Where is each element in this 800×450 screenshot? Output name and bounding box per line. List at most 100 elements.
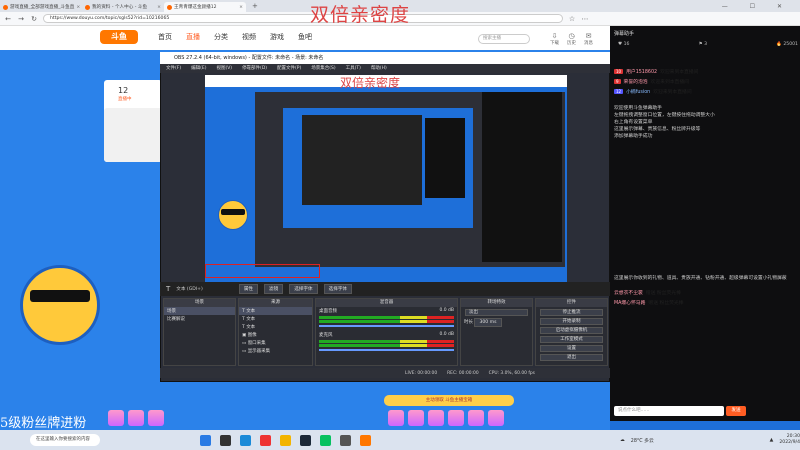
close-icon[interactable]: × — [76, 5, 80, 10]
scene-item[interactable]: 比赛解说 — [164, 315, 235, 323]
weather-text[interactable]: 28°C 多云 — [631, 437, 654, 444]
selected-text-source-outline[interactable] — [205, 264, 320, 278]
select-font-button-2[interactable]: 选择字体 — [323, 284, 353, 294]
close-icon[interactable]: × — [157, 5, 161, 10]
window-controls[interactable]: — ☐ ✕ — [722, 3, 792, 10]
volume-slider[interactable] — [319, 349, 454, 351]
source-item[interactable]: T 文本 — [239, 307, 312, 315]
virtual-camera-button[interactable]: 启动虚拟摄像机 — [540, 327, 603, 334]
gift-bar-left — [108, 410, 198, 430]
gift-icon[interactable] — [388, 410, 404, 426]
nav-video[interactable]: 视频 — [242, 32, 256, 42]
forward-icon[interactable]: → — [17, 15, 25, 23]
back-icon[interactable]: ← — [4, 15, 12, 23]
source-item[interactable]: ▭ 窗口采集 — [239, 339, 312, 347]
scene-item[interactable]: 场景 — [164, 307, 235, 315]
obs-menu-file[interactable]: 文件(F) — [166, 64, 181, 73]
refresh-icon[interactable]: ↻ — [30, 15, 38, 23]
search-input[interactable]: 搜索主播 — [478, 34, 530, 44]
new-tab-icon[interactable]: + — [252, 2, 258, 10]
gift-icon[interactable] — [468, 410, 484, 426]
task-view-icon[interactable] — [220, 434, 231, 446]
obs-menu-help[interactable]: 帮助(H) — [371, 64, 387, 73]
tab-label: 游戏直播_全部游戏直播_斗鱼直 — [10, 5, 75, 10]
extensions-icon[interactable]: ⋯ — [581, 15, 589, 23]
favorite-icon[interactable]: ☆ — [568, 15, 576, 23]
source-item[interactable]: T 文本 — [239, 323, 312, 331]
obs-menu-view[interactable]: 视图(V) — [216, 64, 232, 73]
nav-category[interactable]: 分类 — [214, 32, 228, 42]
close-icon[interactable]: × — [239, 5, 243, 10]
gift-log: 这里展示你收到的礼物、道具、贵族开通、钻粉开通、超级弹幕可设置小礼物屏蔽 云想衣… — [610, 274, 800, 307]
stop-streaming-button[interactable]: 停止推流 — [540, 309, 603, 316]
tab-label: 我的资料 - 个人中心 - 斗鱼 — [92, 5, 148, 10]
gift-icon[interactable] — [148, 410, 164, 426]
transition-select[interactable]: 淡出 — [465, 309, 528, 316]
obs-menu-profile[interactable]: 配置文件(P) — [277, 64, 301, 73]
start-recording-button[interactable]: 开始录制 — [540, 318, 603, 325]
filters-button[interactable]: 滤镜 — [264, 284, 284, 294]
system-tray: ☁ 28°C 多云 ▲ 20:30 2022/9/4 — [620, 432, 800, 448]
source-item[interactable]: T 文本 — [239, 315, 312, 323]
douyu-icon[interactable] — [360, 434, 371, 446]
nav-game[interactable]: 游戏 — [270, 32, 284, 42]
browser-tab-active[interactable]: 王青青爆这金颜播12 × — [164, 2, 246, 12]
gift-icon[interactable] — [448, 410, 464, 426]
browser-tab[interactable]: 游戏直播_全部游戏直播_斗鱼直 × — [0, 2, 82, 12]
steam-icon[interactable] — [300, 434, 311, 446]
chat-header: 弹幕助手 — [614, 31, 635, 37]
obs-menu-tools[interactable]: 工具(T) — [346, 64, 361, 73]
browser-tab[interactable]: 我的资料 - 个人中心 - 斗鱼 × — [82, 2, 164, 12]
select-font-button[interactable]: 选择字体 — [289, 284, 318, 294]
gift-icon[interactable] — [408, 410, 424, 426]
url-input[interactable]: https://www.douyu.com/topic/sgls52?rid=1… — [43, 14, 563, 23]
obs-menu-docks[interactable]: 停靠部件(D) — [242, 64, 267, 73]
chat-message: 9 荣誉的泡泡 欢迎来到本直播间 — [614, 78, 689, 85]
weather-icon[interactable]: ☁ — [620, 438, 625, 443]
source-item[interactable]: ▣ 图像 — [239, 331, 312, 339]
source-item[interactable]: ▭ 显示器采集 — [239, 347, 312, 355]
download-icon[interactable]: ⇩ 下载 — [550, 32, 559, 46]
clock[interactable]: 20:30 2022/9/4 — [779, 434, 800, 446]
gift-icon[interactable] — [108, 410, 124, 426]
scenes-dock-title: 场景 — [164, 299, 235, 307]
mixer-track: 麦克风 0.0 dB — [319, 332, 454, 338]
mixer-dock-title: 混音器 — [316, 299, 457, 307]
network-icon[interactable]: ▲ — [770, 438, 774, 443]
windows-start-icon[interactable] — [200, 434, 211, 446]
obs-menu-edit[interactable]: 编辑(E) — [191, 64, 206, 73]
transition-duration: 时长 300 ms — [461, 318, 532, 327]
sources-dock-title: 来源 — [239, 299, 312, 307]
mascot-emoji-large — [20, 265, 100, 345]
gift-icon[interactable] — [428, 410, 444, 426]
source-toolbar: T 文本 (GDI+) 属性 滤镜 选择字体 选择字体 — [160, 282, 610, 296]
duration-input[interactable]: 300 ms — [474, 318, 502, 327]
douyu-logo[interactable]: 斗鱼 — [100, 30, 138, 44]
file-explorer-icon[interactable] — [280, 434, 291, 446]
gift-icon[interactable] — [488, 410, 504, 426]
treasure-box-bar[interactable]: 主动领取 斗鱼主播宝箱 — [384, 395, 514, 406]
chat-send-button[interactable]: 发送 — [726, 406, 746, 416]
nav-yuba[interactable]: 鱼吧 — [298, 32, 312, 42]
gift-message: MA爆心怀马路 赠送 粉丝荧光棒 — [614, 300, 684, 306]
message-icon[interactable]: ✉ 消息 — [584, 32, 593, 46]
room-status-badge: 直播中 — [118, 97, 132, 102]
properties-button[interactable]: 属性 — [238, 284, 259, 294]
taskbar-search[interactable]: 在这里输入你要搜索的内容 — [30, 434, 100, 446]
chrome-browser-icon[interactable] — [260, 434, 271, 446]
history-icon[interactable]: ◷ 历史 — [567, 32, 576, 46]
gift-icon[interactable] — [128, 410, 144, 426]
edge-browser-icon[interactable] — [240, 434, 251, 446]
preview-banner-text: 双倍亲密度 — [340, 76, 401, 90]
nav-home[interactable]: 首页 — [158, 32, 172, 42]
wechat-icon[interactable] — [320, 434, 331, 446]
exit-button[interactable]: 退出 — [540, 354, 603, 361]
obs-icon[interactable] — [340, 434, 351, 446]
settings-button[interactable]: 设置 — [540, 345, 603, 352]
obs-menu-scene-collection[interactable]: 场景集合(S) — [311, 64, 335, 73]
studio-mode-button[interactable]: 工作室模式 — [540, 336, 603, 343]
volume-slider[interactable] — [319, 325, 454, 327]
nav-live[interactable]: 直播 — [186, 32, 200, 42]
controls-dock: 控件 停止推流 开始录制 启动虚拟摄像机 工作室模式 设置 退出 — [535, 298, 608, 366]
chat-input[interactable]: 说点什么吧…… — [614, 406, 724, 416]
